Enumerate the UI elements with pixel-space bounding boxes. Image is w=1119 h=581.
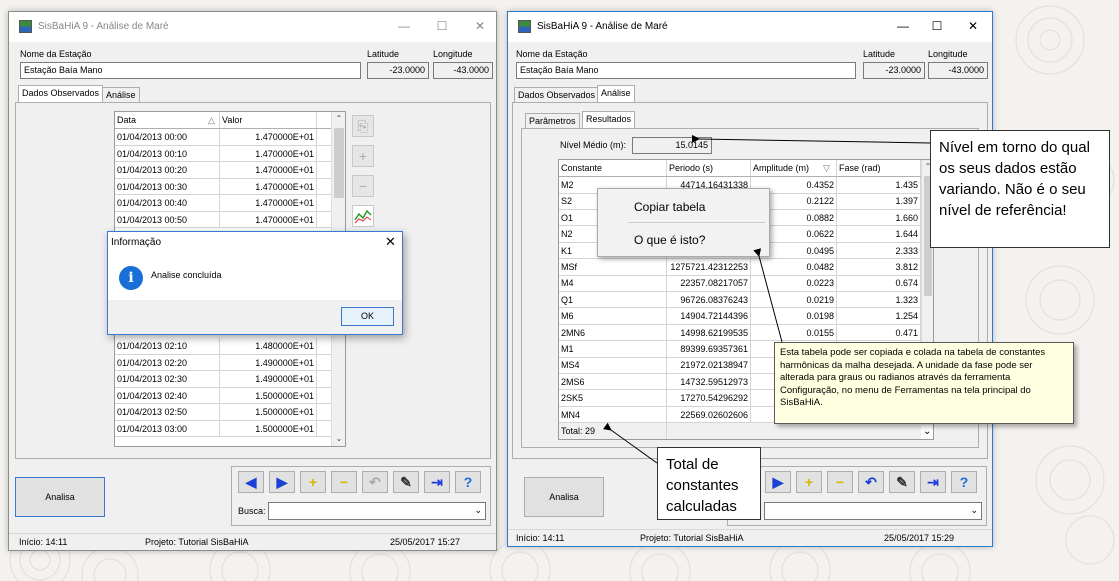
callout-mean-level: Nível em torno do qual os seus dados est… bbox=[930, 130, 1110, 248]
arrow-tooltip bbox=[753, 248, 783, 343]
arrow-total bbox=[602, 422, 658, 464]
callout-total-constants: Total de constantes calculadas bbox=[657, 447, 761, 520]
arrow-level bbox=[691, 134, 931, 144]
annotation-arrows bbox=[602, 134, 931, 464]
